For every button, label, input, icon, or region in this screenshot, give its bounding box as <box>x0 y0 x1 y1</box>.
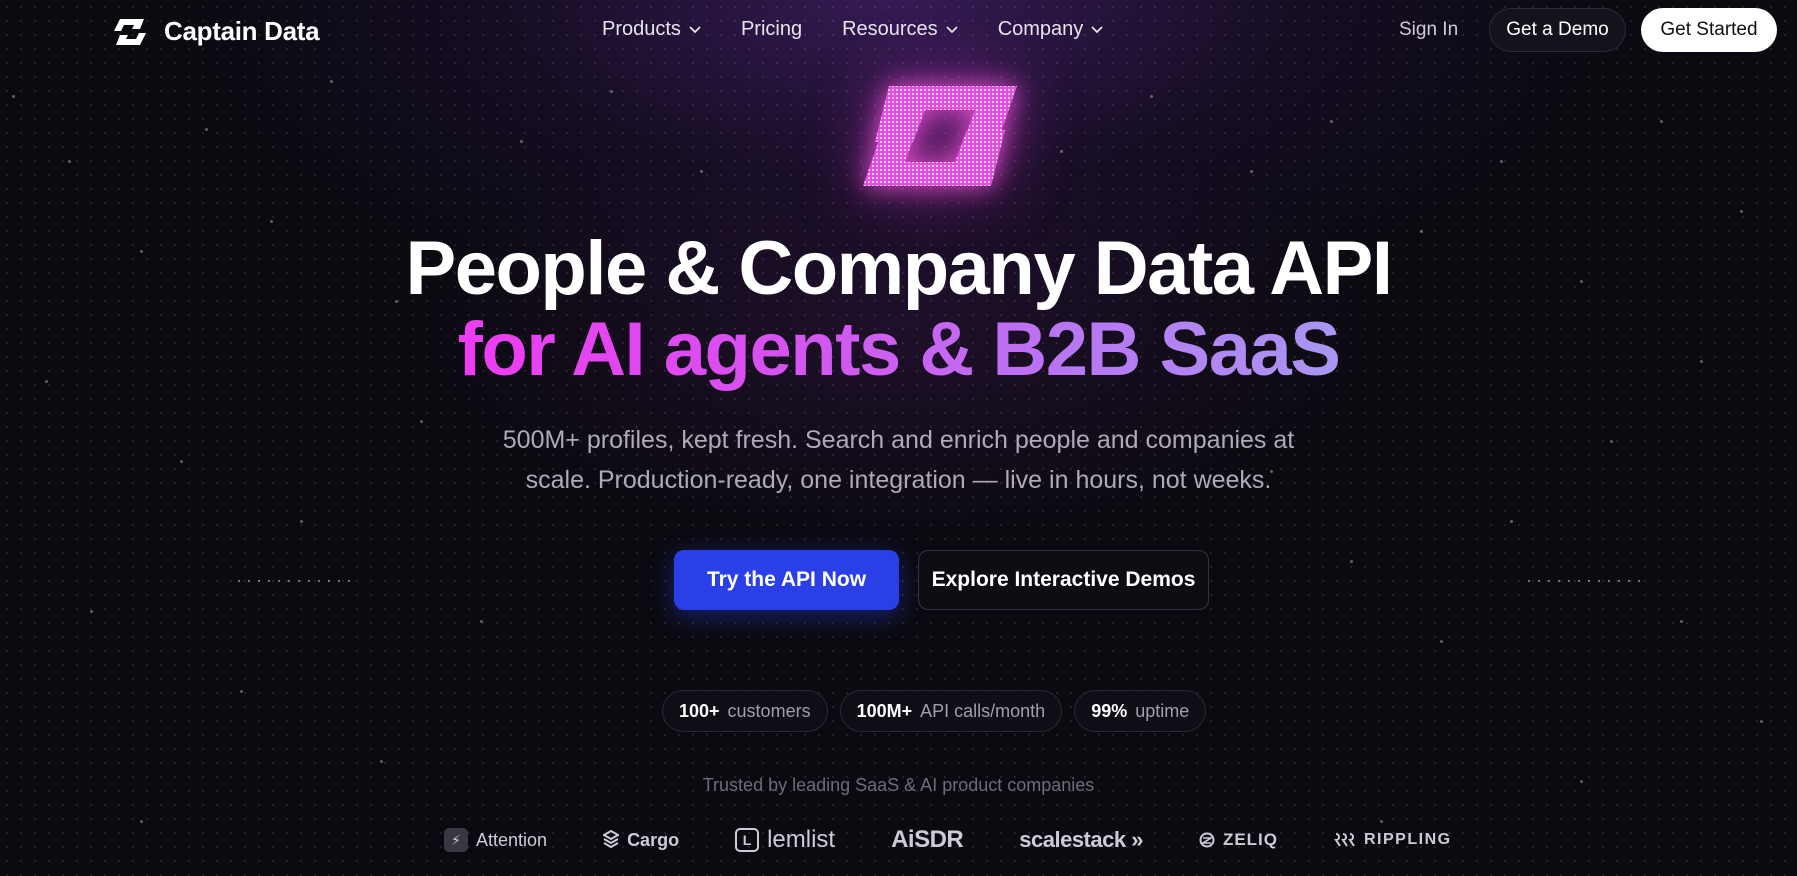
hero-subtitle-line-2: scale. Production-ready, one integration… <box>525 466 1272 494</box>
nav-products[interactable]: Products <box>602 18 701 41</box>
hero-title-highlight: for AI agents & B2B SaaS <box>0 306 1797 394</box>
rippling-icon <box>1334 832 1356 848</box>
hero-subtitle-line-1: 500M+ profiles, kept fresh. Search and e… <box>502 426 1295 454</box>
brand-logo-rippling: RIPPLING <box>1334 831 1452 849</box>
brand-name: RIPPLING <box>1364 831 1452 848</box>
nav-company-label: Company <box>997 18 1084 40</box>
stat-label: API calls/month <box>920 700 1046 721</box>
stat-value: 100+ <box>679 700 720 721</box>
nav-pricing-label: Pricing <box>740 18 803 40</box>
chevron-down-icon <box>1091 25 1103 33</box>
hero-title-gradient-text: for AI agents & B2B SaaS <box>457 307 1341 392</box>
stat-pill-customers: 100+ customers <box>662 690 828 732</box>
hero-glowing-logo <box>855 80 1025 192</box>
nav-products-label: Products <box>602 18 681 40</box>
chevron-down-icon <box>946 25 958 33</box>
stat-pill-uptime: 99% uptime <box>1074 690 1207 732</box>
stat-label: uptime <box>1135 700 1190 721</box>
brand-name: Captain Data <box>164 16 320 46</box>
zeliq-icon <box>1199 832 1215 848</box>
captain-data-logo-icon <box>114 18 146 45</box>
brand-logo[interactable]: Captain Data <box>110 16 320 47</box>
stat-pill-api-calls: 100M+ API calls/month <box>839 690 1063 732</box>
top-navigation: Captain Data Products Pricing Resources … <box>0 0 1797 62</box>
trusted-by-caption: Trusted by leading SaaS & AI product com… <box>702 775 1095 795</box>
brand-name: Attention <box>476 829 548 850</box>
chevron-down-icon <box>689 25 701 33</box>
brand-logo-zeliq: ZELIQ <box>1199 830 1278 850</box>
brand-logo-attention: ⚡ Attention <box>444 828 547 852</box>
brand-name: lemlist <box>767 826 836 853</box>
get-started-button[interactable]: Get Started <box>1641 8 1777 52</box>
decorative-dots-right <box>1528 580 1640 582</box>
stats-row: 100+ customers 100M+ API calls/month 99%… <box>662 690 1207 732</box>
decorative-dots-left <box>238 580 350 582</box>
stat-value: 99% <box>1091 700 1128 721</box>
nav-links: Products Pricing Resources Company <box>602 18 1103 41</box>
stat-value: 100M+ <box>856 700 913 721</box>
try-api-button[interactable]: Try the API Now <box>674 550 899 610</box>
nav-pricing[interactable]: Pricing <box>741 18 802 41</box>
customer-logo-strip: ⚡ Attention Cargo L lemlist AiSDR scales… <box>444 826 1452 854</box>
bolt-icon: ⚡ <box>444 828 468 852</box>
brand-logo-scalestack: scalestack » <box>1019 827 1143 853</box>
brand-logo-lemlist: L lemlist <box>735 826 835 854</box>
brand-name: AiSDR <box>891 826 964 853</box>
lemlist-icon: L <box>735 828 760 852</box>
hero-subtitle: 500M+ profiles, kept fresh. Search and e… <box>0 420 1797 500</box>
captain-data-glow-icon <box>863 86 1017 186</box>
nav-resources-label: Resources <box>842 18 938 40</box>
sign-in-link[interactable]: Sign In <box>1399 19 1458 41</box>
get-demo-button[interactable]: Get a Demo <box>1489 8 1626 52</box>
nav-company[interactable]: Company <box>998 18 1104 41</box>
brand-name: Cargo <box>627 829 680 850</box>
brand-name: ZELIQ <box>1222 830 1278 849</box>
brand-logo-cargo: Cargo <box>603 830 679 851</box>
stat-label: customers <box>727 700 811 721</box>
explore-demos-button[interactable]: Explore Interactive Demos <box>918 550 1209 610</box>
brand-logo-aisdr: AiSDR <box>891 826 964 854</box>
hero-title: People & Company Data API <box>405 226 1393 311</box>
cargo-icon <box>603 830 620 850</box>
brand-name: scalestack » <box>1019 827 1143 852</box>
nav-resources[interactable]: Resources <box>842 18 958 41</box>
